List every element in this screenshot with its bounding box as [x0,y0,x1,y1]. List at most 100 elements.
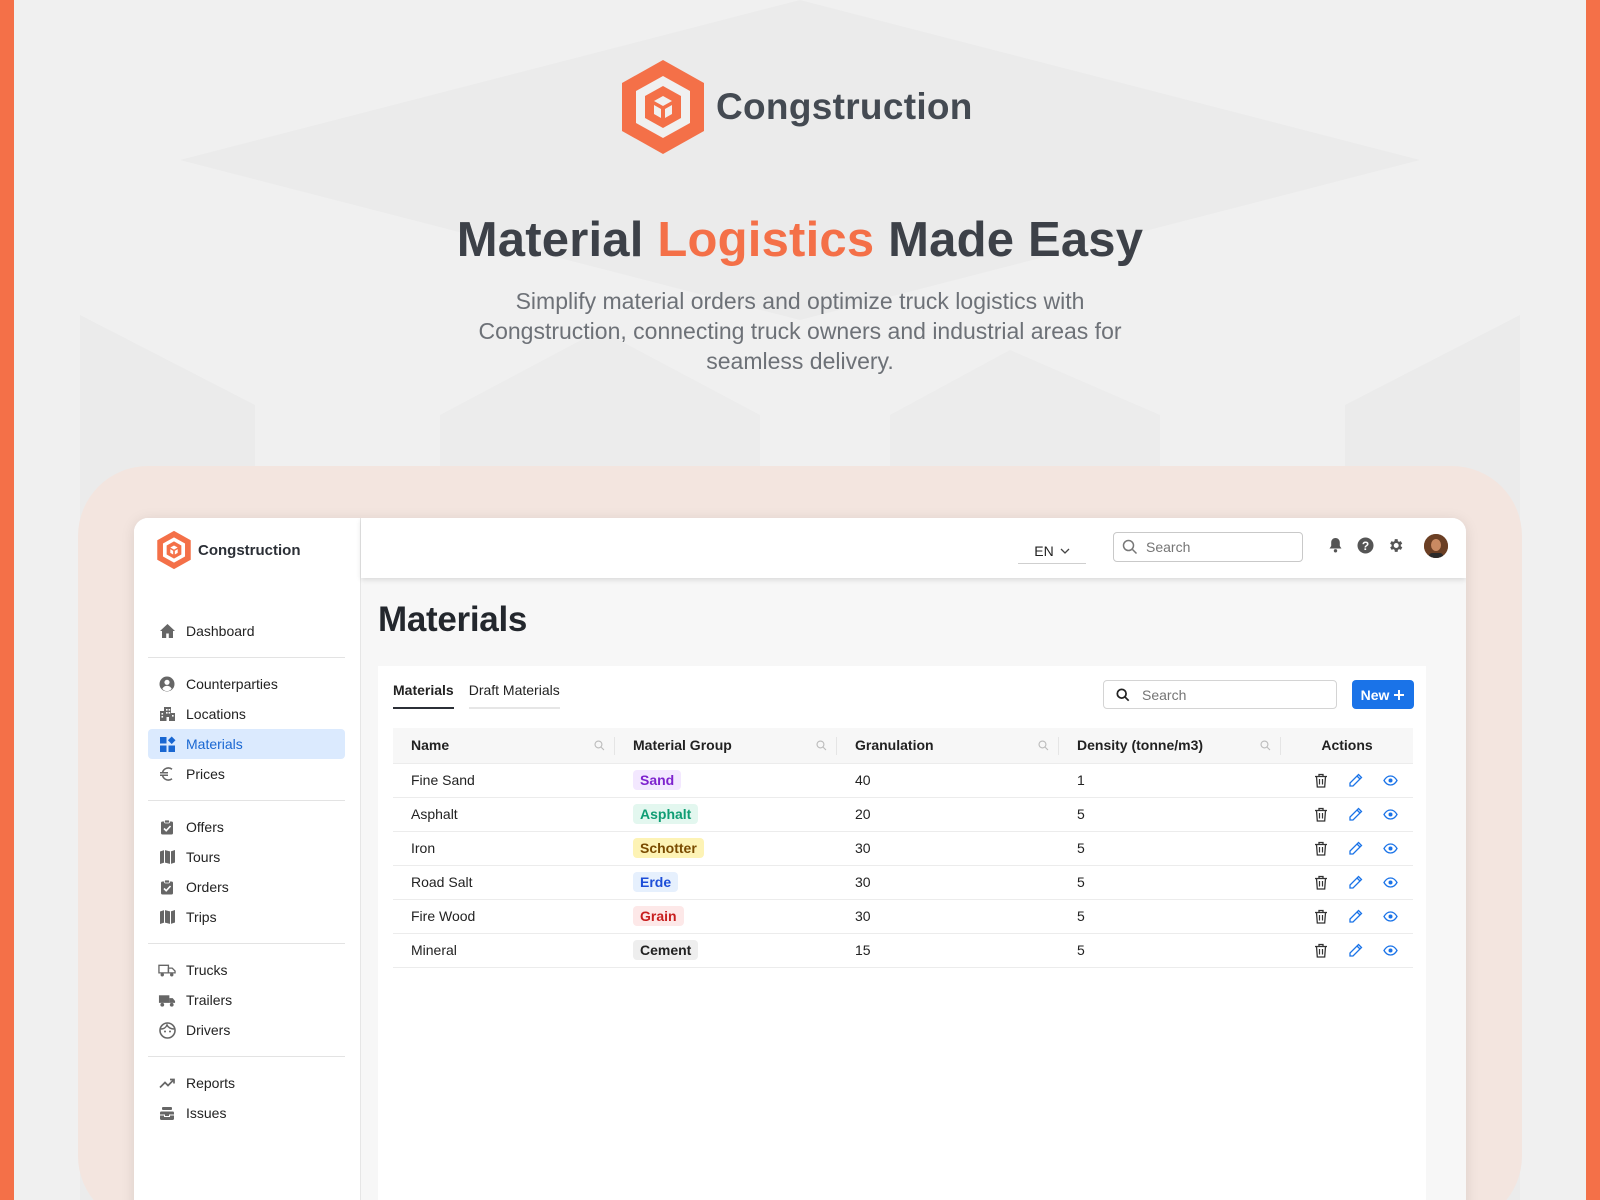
trash-icon[interactable] [1313,943,1328,958]
table-header-row: Name Material Group Granulation Density … [393,728,1413,764]
cell-density: 1 [1059,763,1281,798]
sidebar-item-offers[interactable]: Offers [148,812,345,842]
eye-icon[interactable] [1383,943,1398,958]
materials-search[interactable] [1103,680,1337,709]
clipboard-check-icon [158,878,176,896]
trash-icon[interactable] [1313,807,1328,822]
hero-brand: Congstruction [620,58,973,156]
search-icon [1116,687,1130,701]
search-icon[interactable] [1260,740,1271,751]
search-icon[interactable] [1038,740,1049,751]
sidebar-item-issues[interactable]: Issues [148,1098,345,1128]
sidebar-item-label: Issues [186,1105,227,1121]
eye-icon[interactable] [1383,875,1398,890]
cell-material-group: Erde [615,865,837,900]
table-body: Fine Sand Sand 40 1 Asphalt Asphalt 20 5 Iron Sch… [393,763,1413,968]
hero-subtitle: Simplify material orders and optimize tr… [478,288,1122,374]
eye-icon[interactable] [1383,773,1398,788]
eye-icon[interactable] [1383,807,1398,822]
sidebar-item-reports[interactable]: Reports [148,1068,345,1098]
sidebar-item-locations[interactable]: Locations [148,699,345,729]
table-row[interactable]: Asphalt Asphalt 20 5 [393,797,1413,832]
hero-title-highlight: Logistics [657,213,875,267]
sidebar-item-drivers[interactable]: Drivers [148,1015,345,1045]
language-select[interactable]: EN [1018,538,1086,564]
pencil-icon[interactable] [1348,841,1363,856]
cell-actions [1281,763,1413,798]
cell-granulation: 30 [837,865,1059,900]
congstruction-logo-icon [622,60,704,154]
pencil-icon[interactable] [1348,773,1363,788]
cell-material-group: Cement [615,933,837,968]
trash-icon[interactable] [1313,841,1328,856]
sidebar-item-label: Locations [186,706,246,722]
table-row[interactable]: Fine Sand Sand 40 1 [393,763,1413,798]
column-header-density[interactable]: Density (tonne/m3) [1059,728,1281,764]
global-search[interactable] [1113,532,1303,562]
cell-density: 5 [1059,797,1281,832]
new-material-button[interactable]: New [1352,680,1414,709]
search-icon [1122,539,1138,555]
avatar[interactable] [1424,534,1448,558]
sidebar-item-trucks[interactable]: Trucks [148,955,345,985]
top-bar: EN ? [361,518,1466,578]
sidebar-item-orders[interactable]: Orders [148,872,345,902]
face-icon [158,1021,176,1039]
plus-icon [1394,689,1405,700]
app-window: Congstruction Dashboard Counterparties Loc… [134,518,1466,1200]
sidebar-item-dashboard[interactable]: Dashboard [148,616,345,646]
material-group-tag: Sand [633,770,682,790]
eye-icon[interactable] [1383,909,1398,924]
material-group-tag: Asphalt [633,804,699,824]
cell-density: 5 [1059,831,1281,866]
eye-icon[interactable] [1383,841,1398,856]
sidebar-item-label: Prices [186,766,225,782]
sidebar-brand-name: Congstruction [198,541,301,559]
sidebar-item-tours[interactable]: Tours [148,842,345,872]
gear-icon[interactable] [1386,536,1404,554]
clipboard-check-icon [158,818,176,836]
search-icon[interactable] [594,740,605,751]
trash-icon[interactable] [1313,909,1328,924]
sidebar-brand[interactable]: Congstruction [156,530,301,570]
sidebar-nav: Dashboard Counterparties Locations Material… [148,616,345,1128]
pencil-icon[interactable] [1348,875,1363,890]
tab-materials[interactable]: Materials [393,676,454,709]
tab-draft-materials[interactable]: Draft Materials [468,676,560,709]
cell-material-group: Asphalt [615,797,837,832]
svg-text:?: ? [1361,538,1368,552]
sidebar-divider [148,1056,345,1057]
cell-name: Road Salt [393,865,615,900]
help-icon[interactable]: ? [1356,536,1374,554]
materials-search-input[interactable] [1142,686,1312,703]
sidebar-item-label: Materials [186,736,243,752]
sidebar-item-prices[interactable]: Prices [148,759,345,789]
sidebar-item-trailers[interactable]: Trailers [148,985,345,1015]
table-row[interactable]: Mineral Cement 15 5 [393,933,1413,968]
trash-icon[interactable] [1313,875,1328,890]
table-row[interactable]: Fire Wood Grain 30 5 [393,899,1413,934]
sidebar: Congstruction Dashboard Counterparties Loc… [134,518,361,1200]
user-circle-icon [158,675,176,693]
sidebar-item-materials[interactable]: Materials [148,729,345,759]
table-row[interactable]: Road Salt Erde 30 5 [393,865,1413,900]
page-title: Materials [378,600,528,639]
pencil-icon[interactable] [1348,943,1363,958]
pencil-icon[interactable] [1348,909,1363,924]
pencil-icon[interactable] [1348,807,1363,822]
materials-card: Materials Draft Materials New Name Mater… [378,666,1426,1200]
sidebar-item-counterparties[interactable]: Counterparties [148,669,345,699]
column-header-name[interactable]: Name [393,728,615,764]
bell-icon[interactable] [1326,536,1344,554]
column-header-material-group[interactable]: Material Group [615,728,837,764]
hero-brand-name: Congstruction [716,86,973,127]
sidebar-item-label: Drivers [186,1022,231,1038]
search-icon[interactable] [816,740,827,751]
global-search-input[interactable] [1146,539,1286,555]
column-header-granulation[interactable]: Granulation [837,728,1059,764]
materials-table: Name Material Group Granulation Density … [393,728,1413,968]
cell-granulation: 30 [837,899,1059,934]
sidebar-item-trips[interactable]: Trips [148,902,345,932]
trash-icon[interactable] [1313,773,1328,788]
table-row[interactable]: Iron Schotter 30 5 [393,831,1413,866]
